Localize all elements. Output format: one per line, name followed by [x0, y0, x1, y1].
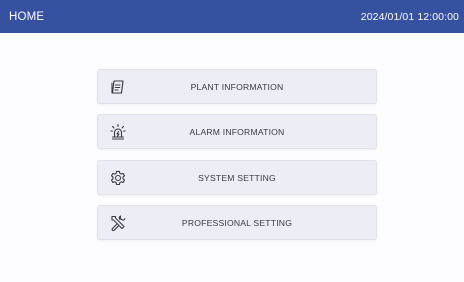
- professional-setting-button[interactable]: PROFESSIONAL SETTING: [97, 205, 377, 240]
- home-screen: HOME 2024/01/01 12:00:00 PLANT INFORMATI…: [0, 0, 464, 282]
- datetime-display: 2024/01/01 12:00:00: [360, 10, 459, 23]
- system-setting-button[interactable]: SYSTEM SETTING: [97, 160, 377, 195]
- alarm-information-label: ALARM INFORMATION: [189, 126, 285, 137]
- plant-information-label: PLANT INFORMATION: [190, 81, 284, 92]
- main-menu: PLANT INFORMATION ALARM INFORMATION SYST…: [0, 33, 464, 282]
- plant-information-button[interactable]: PLANT INFORMATION: [97, 69, 377, 104]
- professional-setting-label: PROFESSIONAL SETTING: [181, 217, 293, 228]
- page-title: HOME: [9, 10, 45, 23]
- alarm-information-button[interactable]: ALARM INFORMATION: [97, 114, 377, 149]
- system-setting-label: SYSTEM SETTING: [198, 172, 276, 183]
- header-bar: HOME 2024/01/01 12:00:00: [0, 0, 464, 33]
